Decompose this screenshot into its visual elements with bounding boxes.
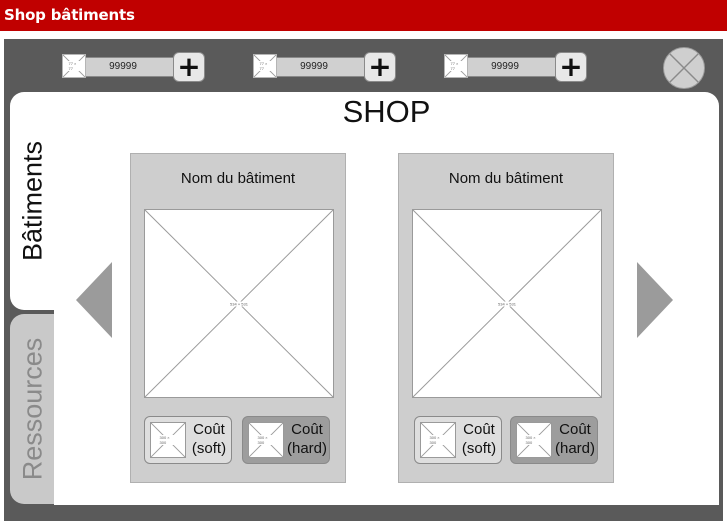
resource-icon-size-label: 77 × 77 [450,61,462,71]
tab-batiments-label: Bâtiments [17,140,48,262]
cost-label: Coût (soft) [187,420,231,458]
building-name: Nom du bâtiment [180,170,296,187]
resource-counter: 99999 77 × 77 + [62,52,205,82]
cost-icon-size-label: 300 × 300 [429,435,447,445]
resource-placeholder-icon: 77 × 77 [444,54,468,78]
resource-placeholder-icon: 77 × 77 [253,54,277,78]
cost-label-line1: Coût [463,421,495,438]
building-card: Nom du bâtiment 534 × 531 300 × 300 Coût… [130,153,346,483]
cost-label: Coût (hard) [553,420,597,458]
shop-panel: SHOP Nom du bâtiment 534 × 531 300 × 300… [54,92,719,505]
hard-currency-placeholder-icon: 300 × 300 [516,422,552,458]
buy-soft-button[interactable]: 300 × 300 Coût (soft) [414,416,502,464]
tab-ressources[interactable]: Ressources [10,314,56,504]
resource-value: 99999 [465,57,559,77]
cost-label-line1: Coût [559,421,591,438]
cost-label-line2: (hard) [286,440,327,457]
tab-ressources-label: Ressources [17,337,48,481]
add-resource-button[interactable]: + [173,52,205,82]
cost-label: Coût (hard) [285,420,329,458]
resource-value: 99999 [83,57,177,77]
building-image-placeholder: 534 × 531 [412,209,602,398]
add-resource-button[interactable]: + [555,52,587,82]
cost-icon-size-label: 300 × 300 [257,435,275,445]
soft-currency-placeholder-icon: 300 × 300 [150,422,186,458]
cost-label-line1: Coût [193,421,225,438]
tab-batiments[interactable]: Bâtiments [10,92,56,310]
resource-icon-size-label: 77 × 77 [259,61,271,71]
buy-soft-button[interactable]: 300 × 300 Coût (soft) [144,416,232,464]
add-resource-button[interactable]: + [364,52,396,82]
building-image-placeholder: 534 × 531 [144,209,334,398]
buy-hard-button[interactable]: 300 × 300 Coût (hard) [242,416,330,464]
resource-value: 99999 [274,57,368,77]
window-title: Shop bâtiments [0,0,727,31]
buy-hard-button[interactable]: 300 × 300 Coût (hard) [510,416,598,464]
cost-label-line2: (soft) [461,440,497,457]
cost-icon-size-label: 300 × 300 [525,435,543,445]
building-card: Nom du bâtiment 534 × 531 300 × 300 Coût… [398,153,614,483]
cost-label-line2: (soft) [191,440,227,457]
close-icon[interactable] [663,47,705,89]
cost-label-line2: (hard) [554,440,595,457]
resource-placeholder-icon: 77 × 77 [62,54,86,78]
building-name: Nom du bâtiment [448,170,564,187]
cost-icon-size-label: 300 × 300 [159,435,177,445]
triangle-right-icon[interactable] [637,262,673,338]
image-size-label: 534 × 531 [498,301,516,306]
page-title: SHOP [342,94,431,129]
image-size-label: 534 × 531 [230,301,248,306]
cost-label-line1: Coût [291,421,323,438]
cost-label: Coût (soft) [457,420,501,458]
resource-counter: 99999 77 × 77 + [444,52,587,82]
triangle-left-icon[interactable] [76,262,112,338]
soft-currency-placeholder-icon: 300 × 300 [420,422,456,458]
hard-currency-placeholder-icon: 300 × 300 [248,422,284,458]
resource-icon-size-label: 77 × 77 [68,61,80,71]
resource-counter: 99999 77 × 77 + [253,52,396,82]
shop-frame: 99999 77 × 77 + 99999 77 × 77 + 99999 77… [4,39,723,521]
